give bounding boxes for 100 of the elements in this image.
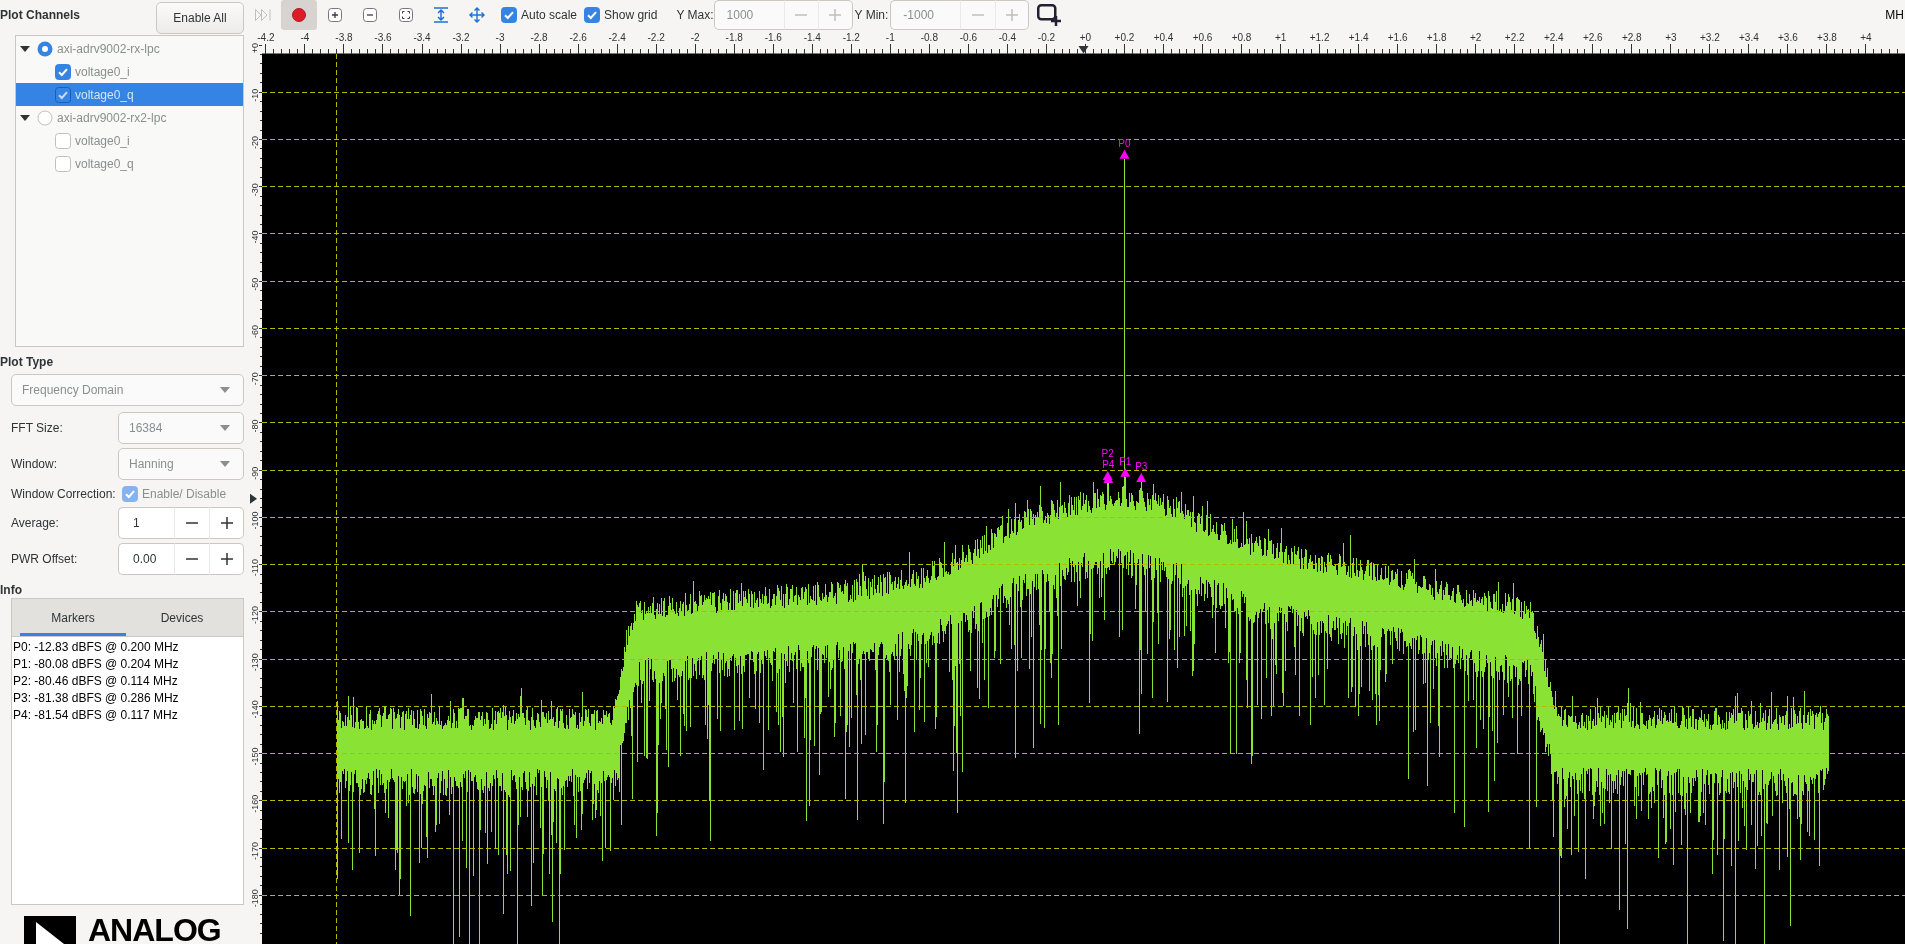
marker-readout: P0: -12.83 dBFS @ 0.200 MHz — [13, 639, 180, 656]
minus-icon — [795, 14, 808, 16]
y-tick-label: -20 — [250, 135, 260, 149]
increment-button[interactable] — [209, 507, 244, 539]
section-title: Plot Channels — [0, 8, 80, 23]
marker-label: P4 — [1102, 459, 1115, 471]
decrement-button[interactable] — [174, 507, 209, 539]
tree-item[interactable]: voltage0_i — [16, 60, 243, 83]
x-tick-label: +0.6 — [1192, 31, 1213, 43]
x-tick-label: -2.2 — [647, 31, 665, 43]
minus-square-icon — [363, 8, 378, 22]
expander-icon[interactable] — [20, 112, 30, 123]
tree-item[interactable]: axi-adrv9002-rx2-lpc — [16, 106, 243, 129]
checkbox[interactable] — [501, 7, 517, 23]
setting-label: Window: — [11, 457, 58, 471]
tree-item[interactable]: axi-adrv9002-rx-lpc — [16, 37, 243, 60]
plus-icon — [220, 553, 233, 565]
frame-corners-icon — [398, 8, 413, 22]
section-title: Plot Type — [0, 355, 54, 370]
tab[interactable]: Devices — [129, 599, 235, 636]
caret-icon — [220, 387, 230, 393]
checkbox[interactable] — [55, 63, 71, 80]
record-button[interactable] — [281, 0, 317, 30]
setting-label: Average: — [11, 516, 60, 530]
plus-icon — [220, 517, 233, 529]
tree-item[interactable]: voltage0_q — [16, 152, 243, 175]
unit-label: MH — [1885, 8, 1905, 22]
field-label: Y Min: — [854, 8, 889, 22]
number-field[interactable]: 1 — [118, 507, 174, 539]
triangle-marker-icon — [1119, 149, 1130, 159]
expander-icon[interactable] — [20, 43, 30, 54]
enable-all-button[interactable]: Enable All — [156, 2, 244, 34]
x-tick-label: -3.4 — [413, 31, 431, 43]
checkbox[interactable] — [55, 155, 71, 172]
checkbox-label[interactable]: Auto scale — [521, 8, 578, 22]
y-tick-label: -140 — [250, 700, 260, 719]
x-tick-label: +1.6 — [1387, 31, 1408, 43]
triangle-handle-icon[interactable] — [250, 493, 257, 504]
minus-icon — [186, 522, 198, 524]
plus-square-icon — [327, 8, 342, 22]
minus-icon — [972, 14, 985, 16]
add-window-icon — [1037, 4, 1062, 26]
x-tick-label: +2.8 — [1621, 31, 1642, 43]
x-tick-label: +1.8 — [1426, 31, 1447, 43]
y-tick-label: -110 — [250, 558, 260, 577]
increment-button[interactable] — [209, 543, 244, 575]
add-plot-button[interactable] — [1037, 4, 1062, 26]
triangle-handle-icon[interactable] — [1078, 46, 1089, 54]
marker-readout: P4: -81.54 dBFS @ 0.117 MHz — [13, 707, 179, 724]
x-tick-label: +0 — [1079, 31, 1092, 43]
x-tick-label: +2.2 — [1504, 31, 1525, 43]
x-tick-label: -1 — [885, 31, 895, 43]
checkbox[interactable] — [584, 7, 601, 23]
caret-icon — [220, 425, 230, 431]
radio-button[interactable] — [37, 40, 53, 57]
decrement-button[interactable] — [174, 543, 209, 575]
marker-readout: P1: -80.08 dBFS @ 0.204 MHz — [13, 656, 180, 673]
number-field[interactable]: 0.00 — [118, 543, 174, 575]
checkbox[interactable] — [55, 132, 71, 149]
y-tick-label: -100 — [250, 511, 260, 530]
y-tick-label: -160 — [250, 794, 260, 813]
x-tick-label: -2.8 — [530, 31, 548, 43]
x-tick-label: +0.2 — [1114, 31, 1135, 43]
y-tick-label: -120 — [250, 605, 260, 624]
y-tick-label: -50 — [250, 277, 260, 291]
x-tick-label: -0.8 — [920, 31, 938, 43]
x-tick-label: -0.4 — [998, 31, 1016, 43]
y-tick-label: +0 — [250, 42, 260, 54]
x-tick-label: -1.4 — [803, 31, 821, 43]
tree-item[interactable]: voltage0_i — [16, 129, 243, 152]
x-tick-label: +2 — [1470, 31, 1482, 43]
x-tick-label: -4.2 — [257, 31, 275, 43]
y-tick-label: -10 — [250, 88, 260, 102]
logo-text: ANALOG — [88, 916, 221, 944]
y-tick-label: -150 — [250, 747, 260, 766]
move-arrows-icon — [468, 7, 485, 23]
tree-item[interactable]: voltage0_q — [16, 83, 243, 106]
section-title: Info — [0, 583, 22, 598]
marker-label: P2 — [1101, 448, 1114, 460]
record-icon — [292, 8, 306, 22]
plus-icon — [1006, 9, 1019, 21]
skip-forward-icon — [254, 9, 271, 21]
setting-label: FFT Size: — [11, 421, 64, 435]
x-tick-label: -3.8 — [335, 31, 353, 43]
radio-button[interactable] — [37, 109, 53, 126]
checkbox-label[interactable]: Show grid — [604, 8, 658, 22]
x-tick-label: +1 — [1274, 31, 1287, 43]
x-tick-label: +3.8 — [1817, 31, 1837, 43]
x-tick-label: +2.6 — [1582, 31, 1603, 43]
x-tick-label: -0.6 — [959, 31, 977, 43]
x-tick-label: -3.6 — [374, 31, 392, 43]
y-tick-label: -80 — [250, 419, 260, 433]
y-tick-label: -90 — [250, 466, 260, 480]
marker-readout: P2: -80.46 dBFS @ 0.114 MHz — [13, 673, 179, 690]
caret-icon — [220, 461, 230, 467]
x-tick-label: -0.2 — [1037, 31, 1056, 43]
marker-label: P0 — [1118, 137, 1131, 149]
checkbox[interactable] — [55, 86, 71, 103]
x-tick-label: +2.4 — [1543, 31, 1564, 43]
x-tick-label: -2 — [690, 31, 700, 43]
